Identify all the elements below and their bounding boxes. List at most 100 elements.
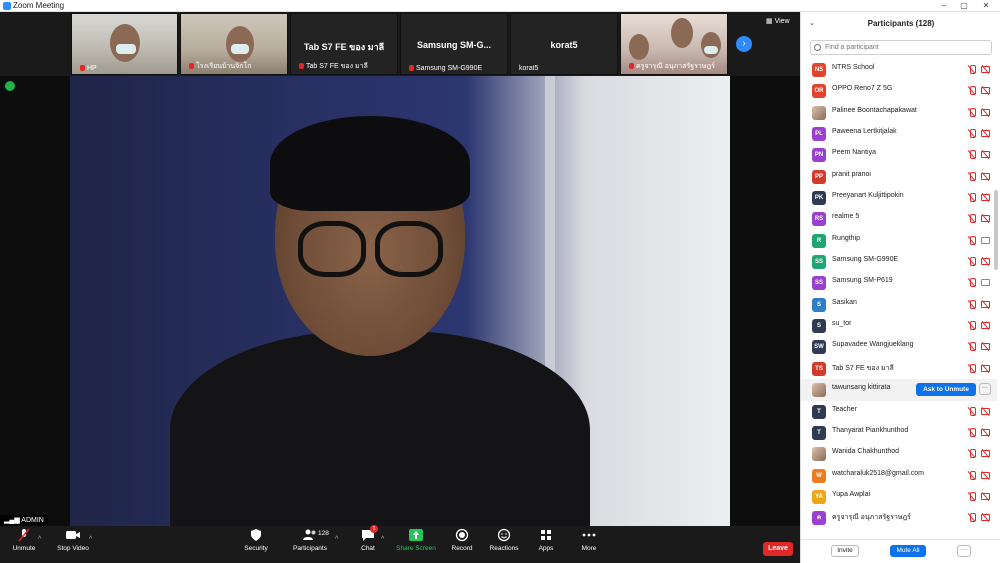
video-off-icon xyxy=(981,151,990,159)
tile-name: ครูจารุณี อนุภาสรัฐราษฎร์ xyxy=(636,63,715,70)
panel-scrollbar[interactable] xyxy=(994,190,998,270)
mic-muted-icon xyxy=(968,470,976,480)
video-tile[interactable]: Tab S7 FE ของ มาลี Tab S7 FE ของ มาลี xyxy=(290,13,398,75)
maximize-button[interactable]: ▢ xyxy=(954,0,974,12)
participant-row[interactable]: ค ครูจารุณี อนุภาสรัฐราษฎร์ xyxy=(801,507,997,528)
video-tile[interactable]: korat5 korat5 xyxy=(510,13,618,75)
mic-muted-icon xyxy=(968,107,976,117)
video-off-icon xyxy=(981,322,990,330)
leave-button[interactable]: Leave xyxy=(763,542,793,556)
participant-name: Wanida Chakhunthod xyxy=(832,448,900,456)
invite-button[interactable]: Invite xyxy=(831,545,859,557)
participant-name: ครูจารุณี อนุภาสรัฐราษฎร์ xyxy=(832,514,911,522)
participants-options-caret[interactable]: ^ xyxy=(335,536,338,543)
avatar: T xyxy=(812,404,826,419)
participant-row[interactable]: R Rungthip xyxy=(801,230,997,251)
encryption-shield-icon[interactable] xyxy=(5,81,15,91)
panel-title: Participants (128) xyxy=(867,19,935,28)
participant-name: Peem Nantiya xyxy=(832,149,876,157)
participant-row[interactable]: NS NTRS School xyxy=(801,59,997,80)
participant-row[interactable]: Wanida Chakhunthod xyxy=(801,443,997,464)
participant-more-button[interactable]: ··· xyxy=(979,383,991,396)
video-off-icon xyxy=(981,172,990,180)
close-button[interactable]: ✕ xyxy=(976,0,996,12)
participant-row[interactable]: Ssu_tor xyxy=(801,315,997,336)
avatar: T xyxy=(812,425,826,440)
participant-row[interactable]: SW Supavadee Wangjueklang xyxy=(801,336,997,357)
window-titlebar: Zoom Meeting – ▢ ✕ xyxy=(0,0,1000,12)
video-tile[interactable]: โรงเรียนบ้านจิกโก xyxy=(180,13,288,75)
avatar: R xyxy=(812,233,826,248)
audio-options-caret[interactable]: ^ xyxy=(38,536,41,543)
video-off-icon xyxy=(981,66,990,73)
avatar xyxy=(812,383,826,398)
participant-row[interactable]: PN Peem Nantiya xyxy=(801,144,997,165)
avatar: SS xyxy=(812,255,826,270)
video-camera-icon xyxy=(65,528,81,542)
video-camera-icon xyxy=(981,279,990,287)
participant-name: Preeyanart Kuljittipokin xyxy=(832,192,904,200)
video-off-icon xyxy=(981,194,990,202)
apps-button[interactable]: Apps xyxy=(536,528,556,552)
participant-row[interactable]: T Teacher xyxy=(801,401,997,422)
face-mask xyxy=(704,46,718,54)
participant-name: Samsung SM-P619 xyxy=(832,277,893,285)
participant-face xyxy=(671,18,693,48)
search-icon xyxy=(814,44,821,51)
participants-panel: ⌄ Participants (128) Find a participant … xyxy=(800,12,1000,563)
participant-search-input[interactable]: Find a participant xyxy=(810,40,992,55)
participant-row[interactable]: Palinee Boontachapakawat xyxy=(801,102,997,123)
video-off-icon xyxy=(981,130,990,138)
participant-row[interactable]: Wwatcharaluk2518@gmail.com xyxy=(801,465,997,486)
participant-row[interactable]: SS Samsung SM-G990E xyxy=(801,251,997,272)
avatar: NS xyxy=(812,63,826,77)
avatar: OR xyxy=(812,84,826,99)
chevron-down-icon[interactable]: ⌄ xyxy=(809,12,815,36)
video-tile[interactable]: ครูจารุณี อนุภาสรัฐราษฎร์ xyxy=(620,13,728,75)
participant-row[interactable]: PK Preeyanart Kuljittipokin xyxy=(801,187,997,208)
participant-name: Teacher xyxy=(832,405,857,413)
participant-row[interactable]: RS realme 5 xyxy=(801,208,997,229)
face-mask xyxy=(116,44,136,54)
security-button[interactable]: Security xyxy=(242,528,270,552)
share-arrow-icon xyxy=(408,528,424,542)
share-screen-button[interactable]: Share Screen xyxy=(396,528,436,552)
panel-more-button[interactable]: ··· xyxy=(957,545,971,557)
unmute-button[interactable]: Unmute xyxy=(10,528,38,552)
view-button[interactable]: ▦ View xyxy=(766,17,790,25)
participant-row[interactable]: YA Yupa Awplai xyxy=(801,486,997,507)
tile-name: HP xyxy=(87,65,97,72)
chat-options-caret[interactable]: ^ xyxy=(381,536,384,543)
participant-row[interactable]: PL Paweena Lertkitjalak xyxy=(801,123,997,144)
video-off-icon xyxy=(981,514,990,522)
reactions-button[interactable]: Reactions xyxy=(489,528,519,552)
apps-grid-icon xyxy=(538,528,554,542)
meeting-toolbar: Unmute ^ Stop Video ^ Security Participa… xyxy=(0,525,800,563)
more-button[interactable]: More xyxy=(578,528,600,552)
video-off-icon xyxy=(981,300,990,308)
mute-all-button[interactable]: Mute All xyxy=(890,545,926,557)
participant-row[interactable]: S Sasikan xyxy=(801,294,997,315)
minimize-button[interactable]: – xyxy=(934,0,954,12)
mic-muted-icon xyxy=(968,193,976,203)
window-title: Zoom Meeting xyxy=(13,1,65,10)
video-off-icon xyxy=(981,215,990,223)
participant-face xyxy=(629,34,649,60)
participant-row[interactable]: TS Tab S7 FE ของ มาลี xyxy=(801,358,997,379)
ask-to-unmute-button[interactable]: Ask to Unmute xyxy=(916,383,976,397)
participant-row[interactable]: OR OPPO Reno7 Z 5G xyxy=(801,80,997,101)
stop-video-button[interactable]: Stop Video xyxy=(55,528,91,552)
participant-row[interactable]: T Thanyarat Piankhunthod xyxy=(801,422,997,443)
mic-muted-icon xyxy=(968,363,976,373)
video-options-caret[interactable]: ^ xyxy=(89,536,92,543)
chat-button[interactable]: 1 Chat xyxy=(358,525,378,552)
participant-row[interactable]: SS Samsung SM-P619 xyxy=(801,272,997,293)
participant-row[interactable]: PP pranit pranoi xyxy=(801,166,997,187)
video-tile[interactable]: HP xyxy=(71,13,178,75)
participant-row[interactable]: tawunsang kittirata Ask to Unmute ··· xyxy=(801,379,997,401)
mic-muted-icon xyxy=(968,406,976,416)
video-tile[interactable]: Samsung SM-G... Samsung SM-G990E xyxy=(400,13,508,75)
next-page-button[interactable]: › xyxy=(736,36,752,52)
record-button[interactable]: Record xyxy=(450,528,474,552)
avatar: S xyxy=(812,297,826,312)
